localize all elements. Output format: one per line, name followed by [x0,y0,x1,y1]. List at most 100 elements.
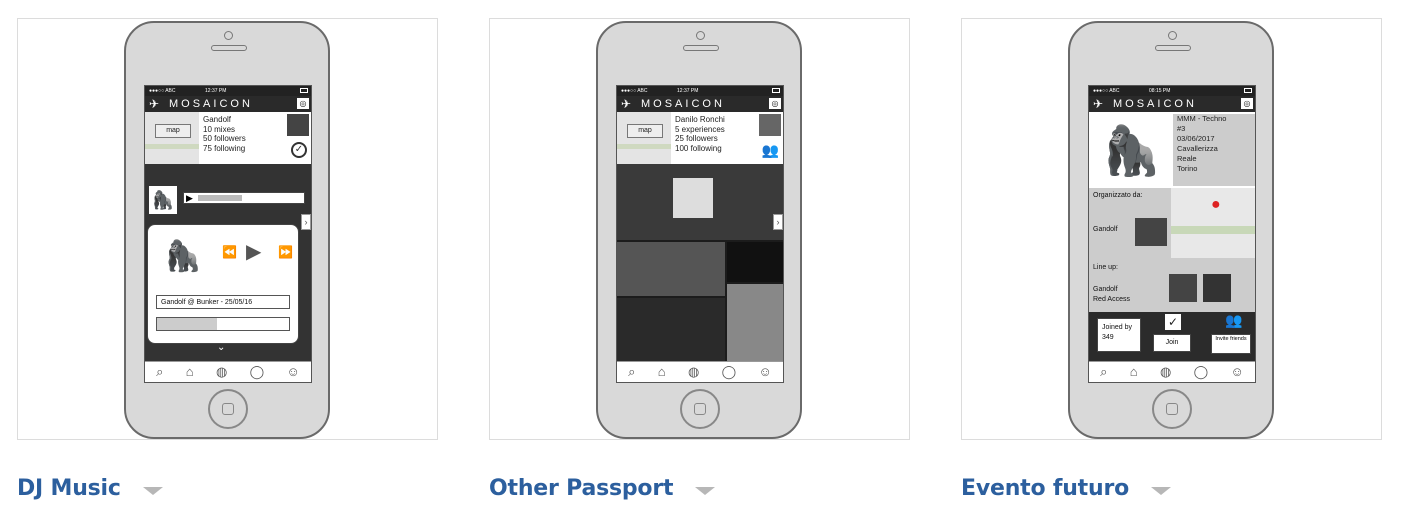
organizer-avatar[interactable] [1135,218,1167,246]
profile-mixes: 10 mixes [203,124,236,134]
add-user-icon[interactable]: 👥 [1225,312,1242,329]
card-title[interactable]: DJ Music [17,476,121,501]
loading-icon[interactable]: ◯ [722,365,737,379]
map-button[interactable]: map [627,124,663,138]
mini-map: map [617,112,671,164]
card-evento-futuro[interactable]: ●●●○○ ABC 08:15 PM ✈ MOSAICON ◎ 🦍 MMM - … [961,18,1382,440]
gallery-photo-stage[interactable] [617,164,783,240]
loading-icon[interactable]: ◯ [250,365,265,379]
search-icon[interactable]: ⌕ [1100,365,1107,379]
next-arrow-icon[interactable]: › [773,214,783,230]
phone-screen: ●●●○○ ABC 12:37 PM ✈ MOSAICON ◎ map Dani… [616,85,784,383]
status-bar: ●●●○○ ABC 08:15 PM [1089,86,1255,96]
fast-forward-icon[interactable]: ⏩ [278,245,293,259]
dropdown-caret-icon[interactable] [695,487,716,495]
track-title: Gandolf @ Bunker - 25/05/16 [156,295,290,309]
add-user-icon[interactable]: 👥 [762,142,779,159]
check-icon[interactable]: ✓ [291,142,307,158]
play-icon[interactable]: ▶ [246,239,261,264]
card-title[interactable]: Evento futuro [961,476,1129,501]
caption-evento-futuro[interactable]: Evento futuro [961,472,1172,504]
map-road [617,144,671,149]
user-icon[interactable]: ☺ [1231,365,1244,379]
event-venue: Cavallerizza [1177,144,1218,153]
profile-summary: map Gandolf 10 mixes 50 followers 75 fol… [145,112,311,165]
invite-friends-button[interactable]: Invite friends [1211,334,1251,354]
event-map[interactable]: ● [1171,188,1255,258]
user-icon[interactable]: ☺ [287,365,300,379]
carrier: ●●●○○ ABC [621,88,648,94]
battery-icon [772,88,780,93]
camera-button-icon[interactable]: ◎ [769,98,781,109]
next-arrow-icon[interactable]: › [301,214,311,230]
lineup-avatar-1[interactable] [1169,274,1197,302]
card-dj-music[interactable]: ●●●○○ ABC 12:37 PM ✈ MOSAICON ◎ map Gand… [17,18,438,440]
stage-highlight [673,178,713,218]
profile-followers: 25 followers [675,134,718,143]
app-header: ✈ MOSAICON ◎ [1089,96,1255,112]
caption-dj-music[interactable]: DJ Music [17,472,163,504]
home-button[interactable] [1152,389,1192,429]
home-button[interactable] [680,389,720,429]
loading-icon[interactable]: ◯ [1194,365,1209,379]
home-icon[interactable]: ⌂ [1130,365,1138,379]
paper-plane-icon: ✈ [621,97,632,111]
gallery-photo-crowd[interactable] [617,242,725,296]
search-icon[interactable]: ⌕ [628,365,635,379]
camera-button-icon[interactable]: ◎ [297,98,309,109]
camera-button-icon[interactable]: ◎ [1241,98,1253,109]
mini-map: map [145,112,199,164]
lineup-label: Line up: [1093,264,1118,271]
phone-screen: ●●●○○ ABC 12:37 PM ✈ MOSAICON ◎ map Gand… [144,85,312,383]
lineup-artist-2[interactable]: Red Access [1093,296,1130,303]
speaker-icon [211,45,247,51]
phone-screen: ●●●○○ ABC 08:15 PM ✈ MOSAICON ◎ 🦍 MMM - … [1088,85,1256,383]
clock: 12:37 PM [205,88,227,94]
speaker-icon [683,45,719,51]
gallery-photo-lights[interactable] [617,298,725,364]
map-button[interactable]: map [155,124,191,138]
map-road [1171,226,1255,234]
globe-icon[interactable]: ◍ [216,365,227,379]
collapse-chevron-icon[interactable]: ⌄ [217,342,225,353]
clock: 12:37 PM [677,88,699,94]
dropdown-caret-icon[interactable] [1151,487,1172,495]
card-title[interactable]: Other Passport [489,476,674,501]
mini-progress-fill [198,195,242,201]
event-edition: #3 [1177,124,1186,133]
home-icon[interactable]: ⌂ [186,365,194,379]
profile-name: Danilo Ronchi [675,115,725,124]
rewind-icon[interactable]: ⏪ [222,245,237,259]
phone-frame: ●●●○○ ABC 12:37 PM ✈ MOSAICON ◎ map Gand… [124,21,330,439]
camera-icon [696,31,705,40]
lineup-artist-1[interactable]: Gandolf [1093,286,1118,293]
lineup-avatar-2[interactable] [1203,274,1231,302]
profile-experiences: 5 experiences [675,124,725,134]
caption-other-passport[interactable]: Other Passport [489,472,716,504]
camera-icon [1168,31,1177,40]
bottom-nav: ⌕ ⌂ ◍ ◯ ☺ [617,361,783,382]
profile-following: 75 following [203,143,246,153]
checkbox-icon[interactable]: ✓ [1165,314,1181,330]
play-small-icon[interactable]: ▶ [186,193,193,203]
carrier: ●●●○○ ABC [149,88,176,94]
join-button[interactable]: Join [1153,334,1191,352]
experience-gallery [617,164,783,364]
app-brand: MOSAICON [641,98,725,110]
user-icon[interactable]: ☺ [759,365,772,379]
dropdown-caret-icon[interactable] [142,487,163,495]
globe-icon[interactable]: ◍ [1160,365,1171,379]
organizer-name[interactable]: Gandolf [1093,226,1118,233]
home-icon[interactable]: ⌂ [658,365,666,379]
status-bar: ●●●○○ ABC 12:37 PM [617,86,783,96]
card-other-passport[interactable]: ●●●○○ ABC 12:37 PM ✈ MOSAICON ◎ map Dani… [489,18,910,440]
profile-name: Gandolf [203,115,232,124]
home-button[interactable] [208,389,248,429]
track-progress-fill [157,318,217,330]
event-info: MMM - Techno #3 03/06/2017 Cavallerizza … [1173,114,1255,186]
organized-label: Organizzato da: [1093,192,1143,199]
search-icon[interactable]: ⌕ [156,365,163,379]
globe-icon[interactable]: ◍ [688,365,699,379]
gallery-photo-hands[interactable] [727,284,783,364]
gallery-photo-logos[interactable] [727,242,783,282]
